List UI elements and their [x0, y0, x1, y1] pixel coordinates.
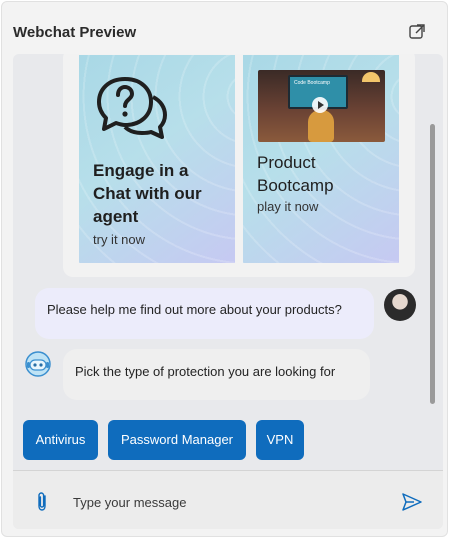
page-title: Webchat Preview	[13, 24, 137, 41]
antivirus-button[interactable]: Antivirus	[23, 420, 98, 460]
card-subtitle: play it now	[257, 199, 319, 214]
user-message-bubble: Please help me find out more about your …	[35, 288, 374, 339]
user-avatar	[384, 289, 416, 321]
bot-message-bubble: Pick the type of protection you are look…	[63, 349, 370, 400]
video-thumbnail[interactable]: Code Bootcamp	[258, 70, 385, 142]
password-manager-button[interactable]: Password Manager	[108, 420, 246, 460]
send-icon[interactable]	[401, 492, 423, 512]
card-title: Product Bootcamp	[257, 153, 334, 195]
lamp-illustration	[362, 72, 380, 82]
vpn-button[interactable]: VPN	[256, 420, 304, 460]
paperclip-icon[interactable]	[34, 491, 50, 513]
character-illustration	[308, 110, 334, 142]
carousel: Engage in a Chat with our agent try it n…	[63, 54, 415, 277]
webchat-panel: Webchat Preview Engage in a Chat with ou…	[1, 1, 448, 537]
play-icon[interactable]	[312, 97, 328, 113]
card-engage-chat[interactable]: Engage in a Chat with our agent try it n…	[79, 55, 235, 263]
card-subtitle: try it now	[93, 232, 146, 247]
composer	[13, 470, 443, 529]
chat-transcript[interactable]: Engage in a Chat with our agent try it n…	[13, 54, 443, 529]
popout-icon[interactable]	[408, 23, 426, 41]
message-input[interactable]	[73, 489, 393, 515]
card-title: Engage in a Chat with our agent	[93, 161, 202, 226]
card-product-bootcamp[interactable]: Code Bootcamp Product Bootcamp play it n…	[243, 55, 399, 263]
bot-avatar-icon	[25, 351, 51, 377]
chat-question-icon	[97, 77, 167, 139]
thumbnail-caption: Code Bootcamp	[294, 80, 330, 86]
scrollbar[interactable]	[430, 124, 435, 404]
